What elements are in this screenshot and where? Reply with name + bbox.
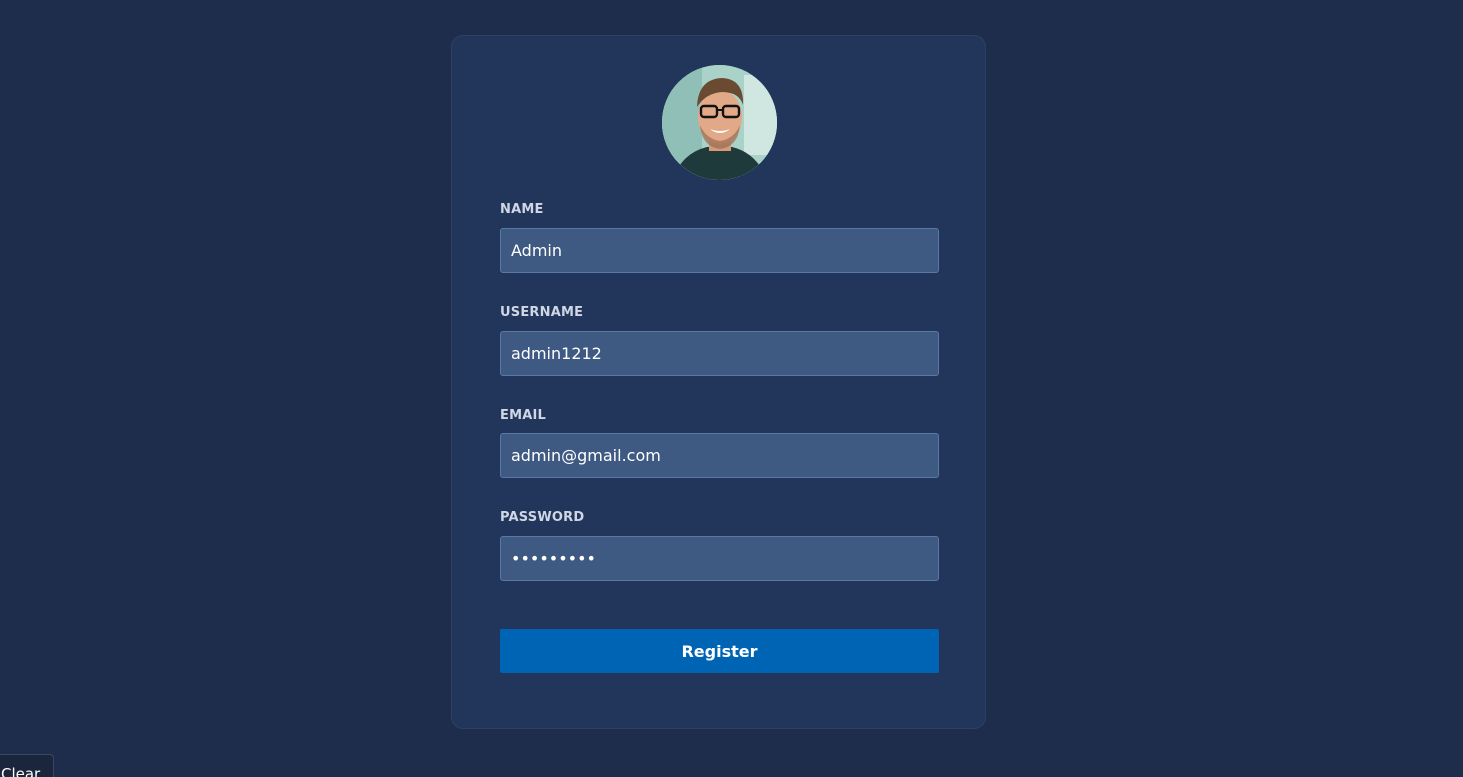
- password-input[interactable]: [500, 536, 939, 581]
- clear-button[interactable]: Clear: [0, 754, 54, 777]
- avatar: [662, 65, 777, 180]
- page: NAME USERNAME EMAIL PASSWORD Register Cl…: [0, 0, 1463, 777]
- username-input[interactable]: [500, 331, 939, 376]
- email-label: EMAIL: [500, 408, 546, 423]
- password-label: PASSWORD: [500, 510, 585, 525]
- register-card: NAME USERNAME EMAIL PASSWORD Register: [451, 35, 986, 729]
- username-label: USERNAME: [500, 305, 584, 320]
- name-label: NAME: [500, 202, 544, 217]
- avatar-photo-icon: [662, 65, 777, 180]
- name-input[interactable]: [500, 228, 939, 273]
- email-input[interactable]: [500, 433, 939, 478]
- register-button[interactable]: Register: [500, 629, 939, 673]
